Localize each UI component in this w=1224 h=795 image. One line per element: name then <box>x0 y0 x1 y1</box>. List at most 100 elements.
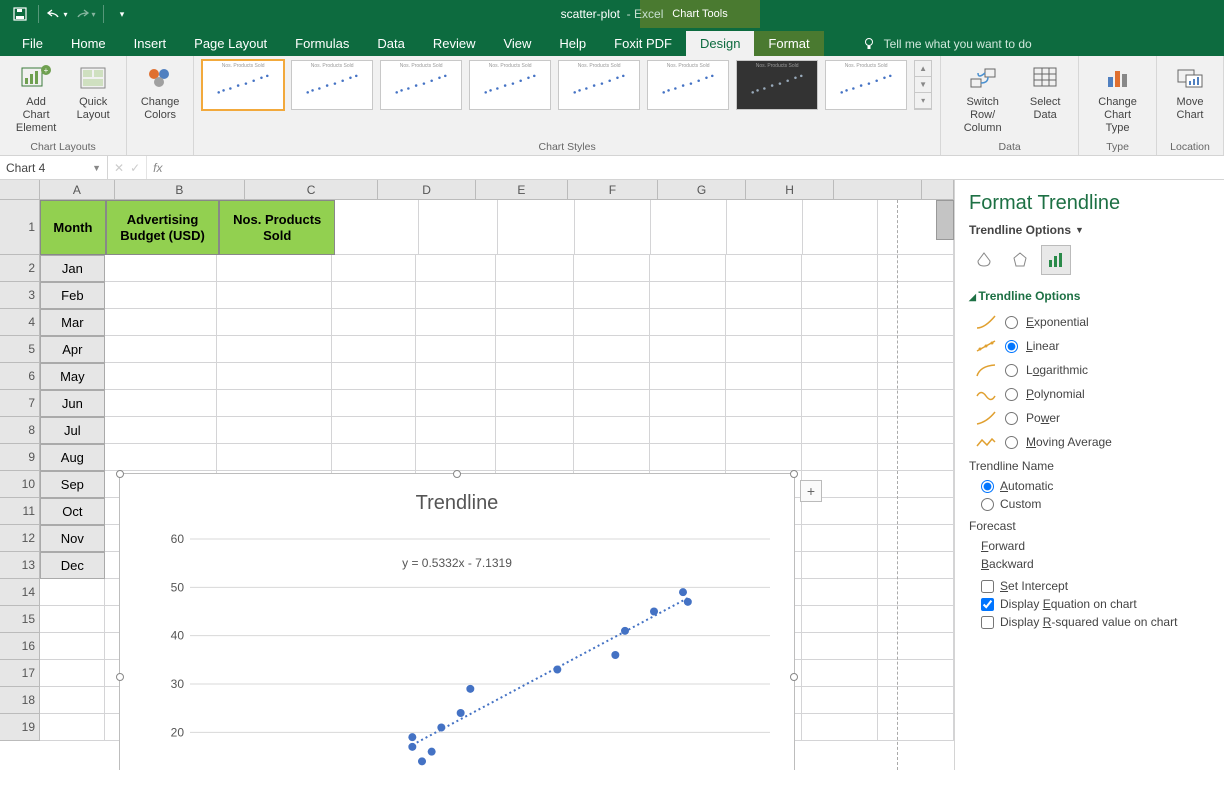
chart-style-thumb[interactable]: Nos. Products Sold <box>736 60 818 110</box>
chart-style-thumb[interactable]: Nos. Products Sold <box>825 60 907 110</box>
cell[interactable] <box>416 282 495 309</box>
chart-style-thumb[interactable]: Nos. Products Sold <box>380 60 462 110</box>
cell[interactable] <box>650 417 726 444</box>
cell[interactable] <box>802 552 878 579</box>
option-logarithmic[interactable]: Logarithmic <box>969 361 1210 379</box>
cell[interactable] <box>105 309 217 336</box>
cell[interactable] <box>496 363 574 390</box>
cell[interactable] <box>802 363 878 390</box>
fill-line-tab[interactable] <box>969 245 999 275</box>
cell[interactable] <box>726 309 802 336</box>
cell[interactable] <box>651 200 727 255</box>
cell[interactable] <box>878 336 954 363</box>
cell[interactable]: Nos. Products Sold <box>219 200 335 255</box>
chart-style-thumb[interactable]: Nos. Products Sold <box>469 60 551 110</box>
style-gallery-scroll[interactable]: ▲▼▾ <box>914 60 932 110</box>
undo-icon[interactable]: ▾ <box>45 3 69 25</box>
column-header[interactable]: H <box>746 180 834 199</box>
cell[interactable] <box>416 255 495 282</box>
cell[interactable] <box>217 417 332 444</box>
chart-plot-area[interactable]: 020406080100120 0102030405060 <box>150 529 790 770</box>
cell[interactable] <box>416 390 495 417</box>
row-header[interactable]: 11 <box>0 498 40 525</box>
cell[interactable] <box>802 579 878 606</box>
embedded-chart[interactable]: Trendline y = 0.5332x - 7.1319 020406080… <box>119 473 795 770</box>
cell[interactable] <box>878 309 954 336</box>
cell[interactable] <box>332 444 416 471</box>
cell[interactable] <box>574 336 650 363</box>
cell[interactable] <box>416 309 495 336</box>
cell[interactable] <box>332 336 416 363</box>
cell[interactable] <box>496 390 574 417</box>
cell[interactable] <box>496 417 574 444</box>
select-data-button[interactable]: Select Data <box>1020 60 1070 124</box>
tab-help[interactable]: Help <box>545 31 600 56</box>
cell[interactable] <box>726 336 802 363</box>
cell[interactable]: Nov <box>40 525 105 552</box>
cell[interactable] <box>650 444 726 471</box>
cell[interactable] <box>105 282 217 309</box>
display-r-squared-checkbox[interactable] <box>981 616 994 629</box>
cell[interactable] <box>217 282 332 309</box>
row-header[interactable]: 4 <box>0 309 40 336</box>
cell[interactable] <box>650 255 726 282</box>
row-header[interactable]: 19 <box>0 714 40 741</box>
cell[interactable] <box>496 282 574 309</box>
cell[interactable] <box>416 363 495 390</box>
cell[interactable] <box>650 309 726 336</box>
cell[interactable] <box>332 309 416 336</box>
option-power[interactable]: Power <box>969 409 1210 427</box>
cell[interactable] <box>416 444 495 471</box>
cell[interactable] <box>726 255 802 282</box>
cell[interactable] <box>217 336 332 363</box>
column-header[interactable]: F <box>568 180 658 199</box>
cell[interactable] <box>496 309 574 336</box>
cell[interactable] <box>332 255 416 282</box>
cell[interactable] <box>40 660 105 687</box>
cell[interactable] <box>802 444 878 471</box>
chart-style-thumb[interactable]: Nos. Products Sold <box>291 60 373 110</box>
cell[interactable] <box>802 390 878 417</box>
cell[interactable] <box>650 363 726 390</box>
option-moving-average[interactable]: Moving Average <box>969 433 1210 451</box>
add-chart-element-button[interactable]: + Add Chart Element <box>8 60 64 138</box>
row-header[interactable]: 8 <box>0 417 40 444</box>
tab-home[interactable]: Home <box>57 31 120 56</box>
cell[interactable] <box>802 525 878 552</box>
logarithmic-radio[interactable] <box>1005 364 1018 377</box>
row-header[interactable]: 15 <box>0 606 40 633</box>
cell[interactable] <box>40 714 105 741</box>
tab-review[interactable]: Review <box>419 31 490 56</box>
power-radio[interactable] <box>1005 412 1018 425</box>
cell[interactable] <box>105 444 217 471</box>
tab-insert[interactable]: Insert <box>120 31 181 56</box>
cell[interactable] <box>105 336 217 363</box>
move-chart-button[interactable]: Move Chart <box>1165 60 1215 124</box>
cell[interactable] <box>217 444 332 471</box>
cell[interactable]: Month <box>40 200 106 255</box>
cell[interactable] <box>878 660 954 687</box>
cell[interactable] <box>416 417 495 444</box>
cell[interactable] <box>332 417 416 444</box>
cell[interactable] <box>726 417 802 444</box>
resize-handle[interactable] <box>116 470 124 478</box>
option-polynomial[interactable]: Polynomial <box>969 385 1210 403</box>
cell[interactable] <box>217 309 332 336</box>
cell[interactable] <box>802 687 878 714</box>
row-header[interactable]: 7 <box>0 390 40 417</box>
cell[interactable] <box>878 687 954 714</box>
cell[interactable] <box>105 417 217 444</box>
qat-customize-icon[interactable]: ▾ <box>110 3 134 25</box>
cell[interactable]: Advertising Budget (USD) <box>106 200 219 255</box>
cell[interactable] <box>217 363 332 390</box>
row-header[interactable]: 18 <box>0 687 40 714</box>
cell[interactable]: Sep <box>40 471 105 498</box>
change-colors-button[interactable]: Change Colors <box>135 60 185 124</box>
resize-handle[interactable] <box>790 470 798 478</box>
cell[interactable] <box>40 687 105 714</box>
cell[interactable]: May <box>40 363 105 390</box>
tab-design[interactable]: Design <box>686 31 754 56</box>
cell[interactable] <box>332 363 416 390</box>
cell[interactable] <box>878 363 954 390</box>
cell[interactable] <box>217 390 332 417</box>
